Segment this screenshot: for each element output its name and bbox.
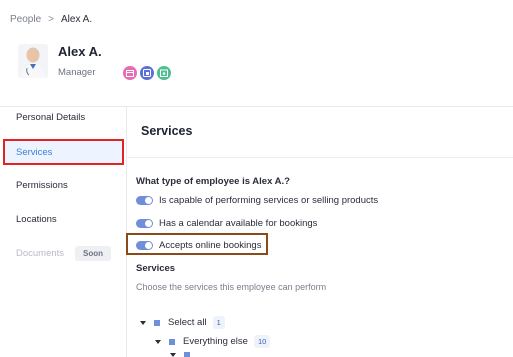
tree-row-select-all[interactable]: Select all 1 [140,316,225,329]
chevron-down-icon[interactable] [140,320,146,325]
header-divider [0,106,513,107]
breadcrumb-current: Alex A. [60,14,93,25]
checkbox-icon[interactable] [169,338,175,345]
services-capable-toggle[interactable] [136,196,153,205]
toggle-row-calendar: Has a calendar available for bookings [136,218,317,229]
breadcrumb-people-link[interactable]: People [10,14,41,25]
sidebar-item-documents: Documents [16,248,65,259]
page-title: Services [141,124,193,138]
sidebar-item-services[interactable]: Services [3,139,124,165]
services-section-description: Choose the services this employee can pe… [136,282,327,292]
breadcrumb-separator: > [48,14,54,25]
calendar-icon [123,66,137,80]
checkbox-icon[interactable] [154,319,160,326]
tree-row-child[interactable] [170,352,198,357]
sidebar-item-permissions[interactable]: Permissions [16,180,68,191]
services-section-label: Services [136,263,176,274]
toggle-row-services-capable: Is capable of performing services or sel… [136,195,378,206]
profile-badges [123,66,171,80]
sidebar-item-personal-details[interactable]: Personal Details [16,112,85,123]
toggle-label: Has a calendar available for bookings [159,218,318,229]
checkbox-icon[interactable] [184,352,190,357]
avatar [18,44,48,78]
profile-name: Alex A. [58,44,102,59]
count-badge: 1 [212,316,225,329]
sidebar-item-label: Services [16,146,53,158]
browser-icon [140,66,154,80]
employee-type-question: What type of employee is Alex A.? [136,176,290,187]
online-bookings-highlight [126,233,268,255]
chevron-down-icon[interactable] [155,339,161,344]
title-divider [127,157,513,158]
count-badge: 10 [253,335,271,348]
booking-icon [157,66,171,80]
tree-label: Everything else [183,336,248,347]
toggle-label: Is capable of performing services or sel… [159,195,379,206]
chevron-down-icon[interactable] [170,353,176,357]
tree-row-everything-else[interactable]: Everything else 10 [155,335,271,348]
profile-role: Manager [58,67,96,78]
sidebar-item-locations[interactable]: Locations [16,214,57,225]
calendar-available-toggle[interactable] [136,219,153,228]
soon-badge: Soon [75,246,111,261]
tree-label: Select all [168,317,207,328]
breadcrumb: People > Alex A. [10,14,92,25]
sidebar-divider [126,106,127,357]
